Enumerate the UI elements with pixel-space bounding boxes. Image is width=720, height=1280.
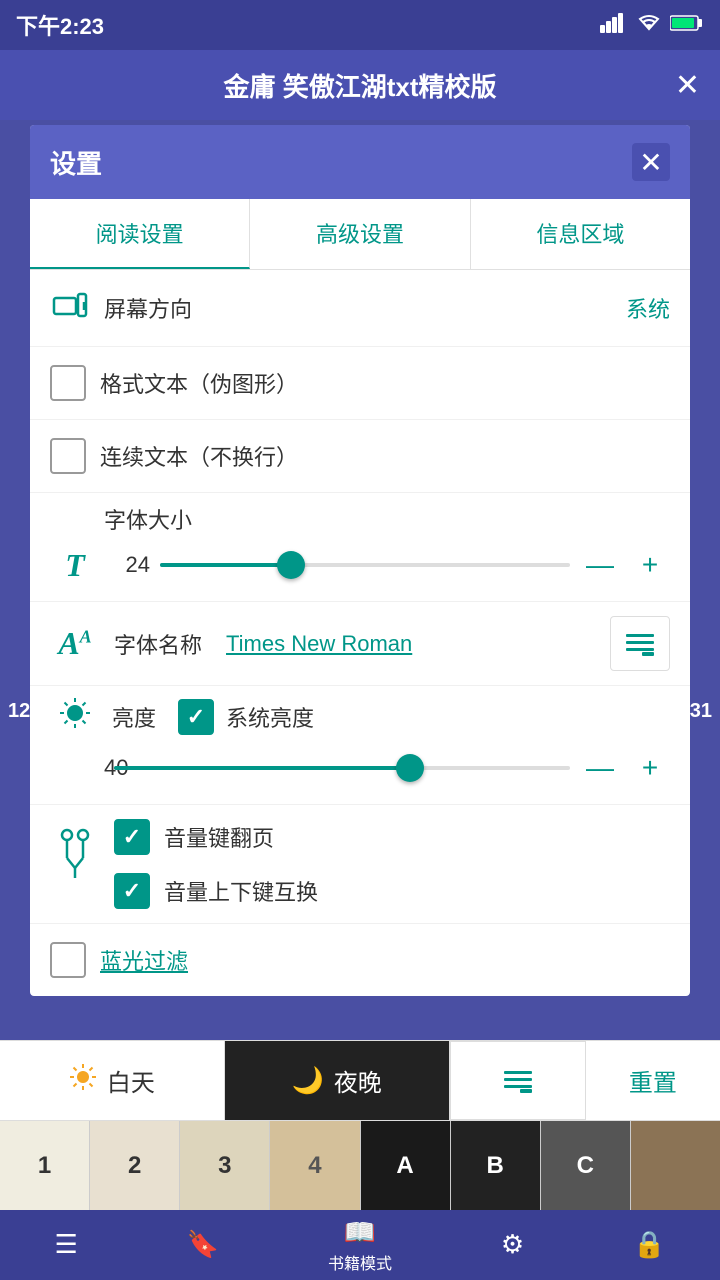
app-title: 金庸 笑傲江湖txt精校版 [223, 67, 496, 104]
settings-tabs: 阅读设置 高级设置 信息区域 [30, 199, 690, 270]
font-size-label: 字体大小 [50, 503, 670, 535]
bottom-nav: ☰ 🔖 📖 书籍模式 ⚙ 🔒 [0, 1210, 720, 1280]
blue-light-label[interactable]: 蓝光过滤 [100, 944, 188, 976]
brightness-section: 亮度 系统亮度 40 — + [30, 686, 690, 805]
brightness-slider[interactable] [114, 753, 570, 783]
day-label: 白天 [107, 1063, 155, 1098]
format-text-label: 格式文本（伪图形） [100, 367, 298, 399]
status-bar: 下午2:23 [0, 0, 720, 50]
nav-lock[interactable]: 🔒 [633, 1229, 665, 1262]
battery-icon [670, 14, 704, 37]
font-name-label: 字体名称 [114, 628, 202, 660]
title-close-button[interactable]: ✕ [675, 68, 700, 103]
brightness-value: 40 [50, 755, 104, 781]
blue-light-checkbox[interactable] [50, 942, 86, 978]
brightness-decrease-button[interactable]: — [580, 748, 620, 788]
color-swatch-4[interactable]: 4 [270, 1121, 360, 1210]
sun-icon [69, 1063, 97, 1098]
tab-read-settings[interactable]: 阅读设置 [30, 199, 250, 269]
book-icon: 📖 [328, 1217, 392, 1248]
bottom-bar: 白天 🌙 夜晚 重置 1 2 3 4 A B C ☰ [0, 1040, 720, 1280]
color-swatch-1[interactable]: 1 [0, 1121, 90, 1210]
system-brightness-label: 系统亮度 [226, 701, 314, 733]
wifi-icon [636, 13, 662, 38]
volume-flip-checkbox[interactable] [114, 819, 150, 855]
continuous-text-label: 连续文本（不换行） [100, 440, 298, 472]
brightness-icon [50, 696, 100, 738]
settings-title: 设置 [50, 144, 102, 181]
settings-header: 设置 ✕ [30, 125, 690, 199]
screen-orientation-value[interactable]: 系统 [626, 292, 670, 324]
night-label: 夜晚 [334, 1063, 382, 1098]
color-swatch-A[interactable]: A [361, 1121, 451, 1210]
signal-icon [600, 13, 628, 38]
bookmark-icon: 🔖 [187, 1229, 219, 1260]
night-theme-button[interactable]: 🌙 夜晚 [225, 1041, 450, 1120]
continuous-text-checkbox[interactable] [50, 438, 86, 474]
nav-settings[interactable]: ⚙ [501, 1229, 524, 1262]
theme-list-button[interactable] [450, 1041, 586, 1120]
moon-icon: 🌙 [291, 1065, 323, 1096]
brightness-increase-button[interactable]: + [630, 748, 670, 788]
settings-dialog: 设置 ✕ 阅读设置 高级设置 信息区域 屏幕方向 系统 格式文本（伪图形） 连续… [30, 125, 690, 996]
settings-icon: ⚙ [501, 1229, 524, 1260]
system-brightness-checkbox[interactable] [178, 699, 214, 735]
volume-icon [50, 819, 100, 909]
color-swatch-3[interactable]: 3 [180, 1121, 270, 1210]
font-size-decrease-button[interactable]: — [580, 545, 620, 585]
lock-icon: 🔒 [633, 1229, 665, 1260]
nav-bookmark[interactable]: 🔖 [187, 1229, 219, 1262]
reset-label: 重置 [629, 1063, 677, 1098]
format-text-row: 格式文本（伪图形） [30, 347, 690, 420]
status-icons [600, 13, 704, 38]
screen-orientation-icon [50, 288, 90, 328]
menu-icon: ☰ [54, 1229, 77, 1260]
volume-flip-option: 音量键翻页 [114, 819, 318, 855]
reset-button[interactable]: 重置 [586, 1041, 720, 1120]
font-size-increase-button[interactable]: + [630, 545, 670, 585]
brightness-label: 亮度 [112, 701, 156, 733]
volume-flip-label: 音量键翻页 [164, 821, 274, 853]
book-mode-label: 书籍模式 [328, 1250, 392, 1274]
font-size-slider[interactable] [160, 550, 570, 580]
nav-book-mode[interactable]: 📖 书籍模式 [328, 1217, 392, 1274]
font-name-icon: AA [50, 619, 100, 669]
font-name-row: AA 字体名称 Times New Roman [30, 602, 690, 686]
volume-section: 音量键翻页 音量上下键互换 [30, 805, 690, 924]
format-text-checkbox[interactable] [50, 365, 86, 401]
page-number-left: 12 [8, 700, 30, 723]
color-swatch-C[interactable]: C [541, 1121, 631, 1210]
volume-swap-checkbox[interactable] [114, 873, 150, 909]
settings-close-button[interactable]: ✕ [632, 143, 670, 181]
theme-row: 白天 🌙 夜晚 重置 [0, 1040, 720, 1120]
tab-info-area[interactable]: 信息区域 [471, 199, 690, 269]
title-bar: 金庸 笑傲江湖txt精校版 ✕ [0, 50, 720, 120]
screen-orientation-label: 屏幕方向 [104, 292, 192, 324]
page-number-right: 31 [690, 700, 712, 723]
tab-advanced-settings[interactable]: 高级设置 [250, 199, 470, 269]
volume-options: 音量键翻页 音量上下键互换 [114, 819, 318, 909]
blue-light-row: 蓝光过滤 [30, 924, 690, 996]
color-swatch-2[interactable]: 2 [90, 1121, 180, 1210]
color-swatch-B[interactable]: B [451, 1121, 541, 1210]
volume-swap-label: 音量上下键互换 [164, 875, 318, 907]
color-swatch-7[interactable] [631, 1121, 720, 1210]
status-time: 下午2:23 [16, 9, 104, 41]
font-name-value[interactable]: Times New Roman [226, 631, 412, 657]
font-list-button[interactable] [610, 616, 670, 671]
day-theme-button[interactable]: 白天 [0, 1041, 225, 1120]
font-size-section: 字体大小 T 24 — + [30, 493, 690, 602]
continuous-text-row: 连续文本（不换行） [30, 420, 690, 493]
screen-orientation-row: 屏幕方向 系统 [30, 270, 690, 347]
nav-menu[interactable]: ☰ [54, 1229, 77, 1262]
font-size-value: 24 [110, 552, 150, 578]
font-size-icon: T [50, 547, 100, 584]
color-swatches-row: 1 2 3 4 A B C [0, 1120, 720, 1210]
volume-swap-option: 音量上下键互换 [114, 873, 318, 909]
